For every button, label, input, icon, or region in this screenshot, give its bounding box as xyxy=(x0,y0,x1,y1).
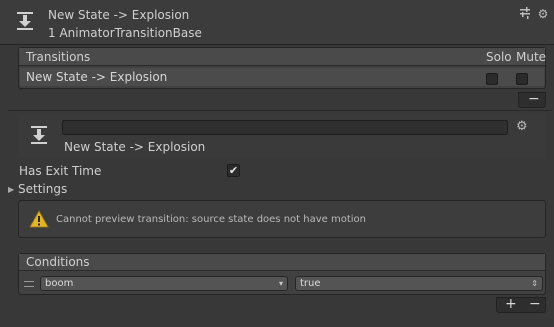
mute-checkbox[interactable] xyxy=(516,73,528,85)
conditions-footer: + − xyxy=(496,296,546,313)
remove-transition-button[interactable]: − xyxy=(528,91,540,107)
gear-icon[interactable]: ⚙ xyxy=(516,119,528,134)
warning-icon xyxy=(29,210,51,232)
transitions-list: Transitions Solo Mute New State -> Explo… xyxy=(18,47,546,89)
settings-foldout[interactable]: ▶ Settings xyxy=(8,182,67,196)
inspector-header: New State -> Explosion 1 AnimatorTransit… xyxy=(0,0,554,45)
has-exit-time-checkbox[interactable]: ✔ xyxy=(227,164,240,177)
transition-detail: ⚙ New State -> Explosion xyxy=(18,114,546,158)
condition-value-dropdown[interactable]: true ⇕ xyxy=(295,276,543,291)
solo-column-label: Solo xyxy=(486,50,512,64)
header-subtitle: 1 AnimatorTransitionBase xyxy=(48,26,202,40)
preset-icon[interactable] xyxy=(518,7,532,21)
remove-condition-button[interactable]: − xyxy=(529,296,541,312)
header-title: New State -> Explosion xyxy=(48,8,190,22)
transitions-label: Transitions xyxy=(26,50,91,64)
transition-icon xyxy=(14,10,36,32)
conditions-label: Conditions xyxy=(26,255,90,269)
chevron-down-icon: ▾ xyxy=(278,279,283,288)
add-condition-button[interactable]: + xyxy=(505,296,517,312)
transitions-header: Transitions Solo Mute xyxy=(19,48,547,66)
conditions-list: Conditions boom ▾ true ⇕ xyxy=(18,253,546,295)
transition-detail-name: New State -> Explosion xyxy=(64,140,206,154)
caret-right-icon: ▶ xyxy=(8,185,15,194)
transition-name: New State -> Explosion xyxy=(26,70,168,84)
divider xyxy=(8,110,552,111)
parameter-value: boom xyxy=(45,278,74,289)
drag-handle-icon[interactable] xyxy=(24,281,34,287)
gear-icon[interactable]: ⚙ xyxy=(536,7,550,21)
solo-checkbox[interactable] xyxy=(486,73,498,85)
transition-name-input[interactable] xyxy=(62,120,508,135)
mute-column-label: Mute xyxy=(516,50,547,64)
warning-box: Cannot preview transition: source state … xyxy=(18,200,546,238)
list-item: boom ▾ true ⇕ xyxy=(20,275,544,293)
updown-arrows-icon: ⇕ xyxy=(531,279,538,288)
transition-icon xyxy=(28,124,50,146)
condition-value: true xyxy=(300,278,321,289)
list-item[interactable]: New State -> Explosion xyxy=(20,68,544,86)
has-exit-time-label: Has Exit Time xyxy=(19,164,102,178)
parameter-dropdown[interactable]: boom ▾ xyxy=(40,276,288,291)
conditions-header: Conditions xyxy=(19,254,545,271)
transitions-footer: − xyxy=(518,91,546,108)
warning-message: Cannot preview transition: source state … xyxy=(56,214,366,225)
settings-label: Settings xyxy=(18,182,68,196)
